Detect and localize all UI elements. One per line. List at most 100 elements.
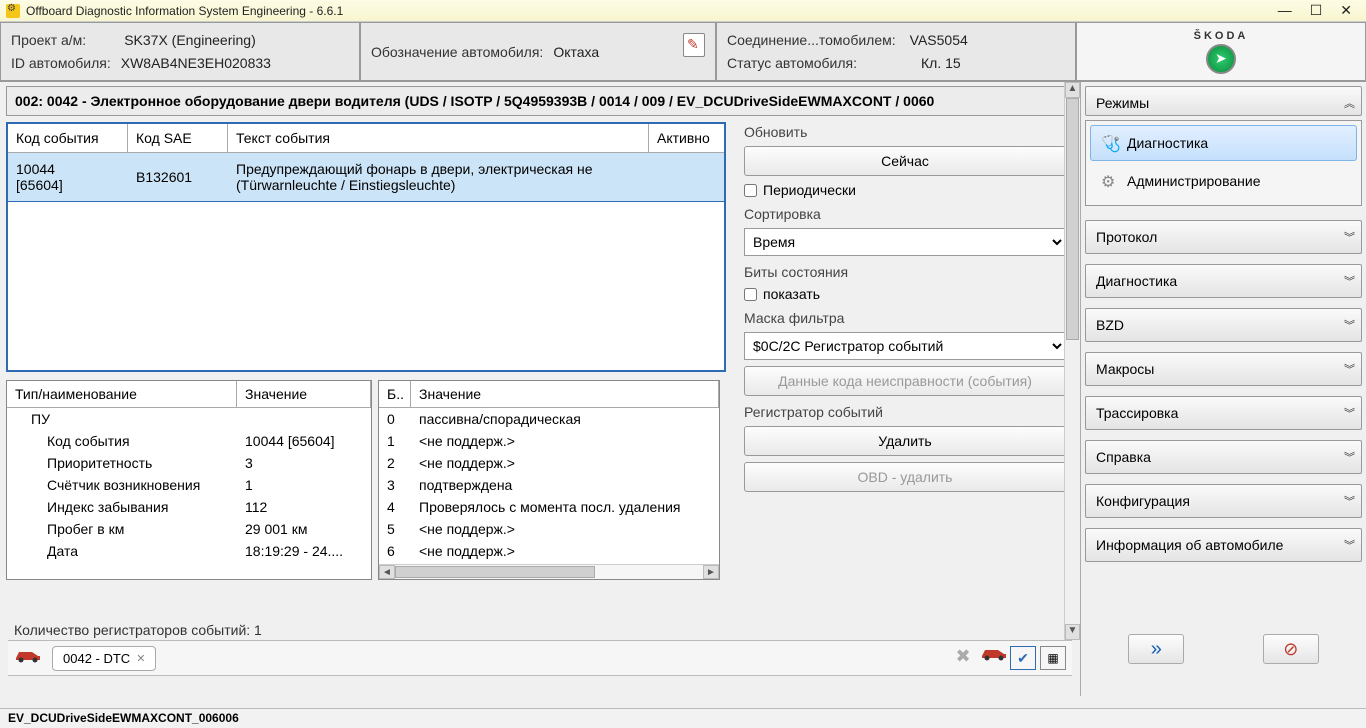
show-checkbox[interactable]: показать: [744, 286, 1066, 302]
detail-table-right[interactable]: Б.. Значение 0пассивна/спорадическая 1<н…: [378, 380, 720, 580]
chevron-down-icon: ︾: [1344, 537, 1351, 553]
mode-admin[interactable]: ⚙ Администрирование: [1090, 163, 1357, 199]
exp-trace[interactable]: Трассировка︾: [1085, 396, 1362, 430]
left-pane: 002: 0042 - Электронное оборудование две…: [0, 82, 1080, 696]
cancel-button[interactable]: ⊘: [1263, 634, 1319, 664]
brand-name: ŠKODA: [1194, 30, 1249, 42]
forward-icon: »: [1151, 638, 1162, 661]
chevron-up-icon: ︽: [1344, 95, 1351, 111]
module-title: 002: 0042 - Электронное оборудование две…: [6, 86, 1074, 116]
window-controls: — ☐ ✕: [1278, 2, 1352, 19]
designation-box: Обозначение автомобиля: Октаха: [360, 22, 716, 81]
modes-label: Режимы: [1096, 95, 1149, 111]
events-header: Код события Код SAE Текст события Активн…: [8, 124, 724, 153]
scroll-thumb[interactable]: [395, 566, 595, 578]
car-icon[interactable]: [14, 648, 44, 668]
periodic-input[interactable]: [744, 184, 757, 197]
close-button[interactable]: ✕: [1340, 2, 1352, 19]
event-controls: Обновить Сейчас Периодически Сортировка …: [726, 122, 1074, 372]
filtermask-select[interactable]: $0C/2C Регистратор событий: [744, 332, 1066, 360]
maximize-button[interactable]: ☐: [1310, 2, 1323, 19]
col-text[interactable]: Текст события: [228, 124, 649, 152]
connection-box: Соединение...томобилем: VAS5054 Статус ав…: [716, 22, 1076, 81]
scroll-right-icon[interactable]: ►: [703, 565, 719, 579]
status-value: Кл. 15: [921, 55, 961, 71]
d1-h2[interactable]: Значение: [237, 381, 371, 407]
event-code: 10044 [65604]: [8, 153, 128, 201]
detail-table-left[interactable]: Тип/наименование Значение ПУ Код события…: [6, 380, 372, 580]
note-icon[interactable]: [683, 33, 705, 57]
close-tab-icon[interactable]: ✕: [136, 652, 145, 665]
car-tool-icon[interactable]: [980, 646, 1006, 670]
forward-button[interactable]: »: [1128, 634, 1184, 664]
project-box: Проект а/м: SK37X (Engineering) ID автомо…: [0, 22, 360, 81]
v-scroll-thumb[interactable]: [1066, 98, 1079, 340]
chevron-down-icon: ︾: [1344, 405, 1351, 421]
chevron-down-icon: ︾: [1344, 493, 1351, 509]
app-icon: [6, 4, 20, 18]
exp-macros[interactable]: Макросы︾: [1085, 352, 1362, 386]
wrench-icon[interactable]: ✖: [950, 646, 976, 670]
modes-list: 🩺 Диагностика ⚙ Администрирование: [1085, 120, 1362, 206]
sort-label: Сортировка: [744, 206, 1066, 222]
exp-help[interactable]: Справка︾: [1085, 440, 1362, 474]
scroll-up-icon[interactable]: ▲: [1065, 82, 1080, 98]
status-bar: EV_DCUDriveSideEWMAXCONT_006006: [0, 708, 1366, 728]
col-active[interactable]: Активно: [649, 124, 724, 152]
exp-diagnostics[interactable]: Диагностика︾: [1085, 264, 1362, 298]
exp-config[interactable]: Конфигурация︾: [1085, 484, 1362, 518]
details-zone: Тип/наименование Значение ПУ Код события…: [6, 380, 1074, 580]
status-text: EV_DCUDriveSideEWMAXCONT_006006: [8, 711, 239, 725]
project-value: SK37X (Engineering): [124, 32, 256, 48]
calendar-tool-icon[interactable]: ▦: [1040, 646, 1066, 670]
details-side-controls: [726, 380, 1074, 580]
connection-value: VAS5054: [910, 32, 968, 48]
right-pane: Режимы ︽ 🩺 Диагностика ⚙ Администрирован…: [1080, 82, 1366, 696]
header-panel: Проект а/м: SK37X (Engineering) ID автомо…: [0, 22, 1366, 82]
brand-badge-icon: [1206, 44, 1236, 74]
designation-label: Обозначение автомобиля:: [371, 44, 543, 60]
update-label: Обновить: [744, 124, 1066, 140]
gear-icon: ⚙: [1101, 172, 1119, 190]
status-label: Статус автомобиля:: [727, 55, 857, 71]
event-row[interactable]: 10044 [65604] B132601 Предупреждающий фо…: [8, 153, 724, 202]
bottom-bar: 0042 - DTC ✕ ✖ ✔ ▦: [8, 640, 1072, 676]
h-scrollbar[interactable]: ◄ ►: [379, 564, 719, 579]
exp-vehicle-info[interactable]: Информация об автомобиле︾: [1085, 528, 1362, 562]
recorder-count: Количество регистраторов событий: 1: [14, 622, 262, 638]
dtc-tab[interactable]: 0042 - DTC ✕: [52, 646, 156, 671]
show-input[interactable]: [744, 288, 757, 301]
periodic-checkbox[interactable]: Периодически: [744, 182, 1066, 198]
designation-value: Октаха: [553, 44, 599, 60]
project-label: Проект а/м:: [11, 32, 86, 48]
chevron-down-icon: ︾: [1344, 361, 1351, 377]
vehicle-id-label: ID автомобиля:: [11, 55, 111, 71]
scroll-left-icon[interactable]: ◄: [379, 565, 395, 579]
exp-protocol[interactable]: Протокол︾: [1085, 220, 1362, 254]
d2-h1[interactable]: Б..: [379, 381, 411, 407]
events-zone: Код события Код SAE Текст события Активн…: [6, 122, 1074, 372]
scroll-down-icon[interactable]: ▼: [1065, 624, 1080, 640]
event-text: Предупреждающий фонарь в двери, электрич…: [228, 153, 649, 201]
events-table[interactable]: Код события Код SAE Текст события Активн…: [6, 122, 726, 372]
cancel-icon: ⊘: [1283, 639, 1298, 660]
check-tool-icon[interactable]: ✔: [1010, 646, 1036, 670]
vehicle-id-value: XW8AB4NE3EH020833: [121, 55, 271, 71]
mode-diagnostics[interactable]: 🩺 Диагностика: [1090, 125, 1357, 161]
event-sae: B132601: [128, 153, 228, 201]
col-sae[interactable]: Код SAE: [128, 124, 228, 152]
main-area: 002: 0042 - Электронное оборудование две…: [0, 82, 1366, 696]
chevron-down-icon: ︾: [1344, 273, 1351, 289]
v-scrollbar[interactable]: ▲ ▼: [1064, 82, 1080, 640]
right-footer: » ⊘: [1085, 626, 1362, 692]
refresh-now-button[interactable]: Сейчас: [744, 146, 1066, 176]
col-code[interactable]: Код события: [8, 124, 128, 152]
minimize-button[interactable]: —: [1278, 2, 1292, 19]
d1-h1[interactable]: Тип/наименование: [7, 381, 237, 407]
exp-bzd[interactable]: BZD︾: [1085, 308, 1362, 342]
d2-h2[interactable]: Значение: [411, 381, 719, 407]
modes-header[interactable]: Режимы ︽: [1085, 86, 1362, 116]
sort-select[interactable]: Время: [744, 228, 1066, 256]
connection-label: Соединение...томобилем:: [727, 32, 896, 48]
window-title: Offboard Diagnostic Information System E…: [26, 4, 1278, 18]
